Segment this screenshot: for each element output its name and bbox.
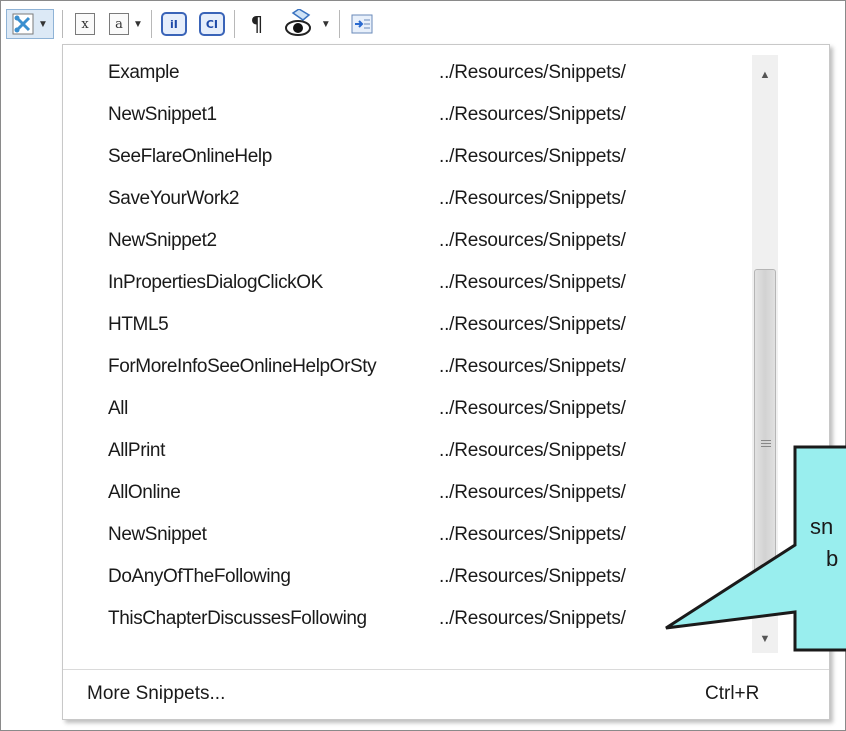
scrollbar-thumb[interactable] <box>754 269 776 609</box>
variable-icon: x <box>75 13 95 35</box>
snippet-row[interactable]: SaveYourWork2 ../Resources/Snippets/ <box>63 181 743 223</box>
show-marks-button[interactable]: ¶ <box>243 9 271 39</box>
snippet-row[interactable]: ForMoreInfoSeeOnlineHelpOrSty ../Resource… <box>63 349 743 391</box>
snippet-name: AllOnline <box>108 482 181 503</box>
insert-link-button[interactable] <box>348 9 376 39</box>
snippet-dropdown-menu: Example ../Resources/Snippets/NewSnippet1… <box>62 44 830 720</box>
toolbar-divider <box>338 10 340 38</box>
insert-index-button[interactable]: iI <box>160 9 188 39</box>
snippet-name: InPropertiesDialogClickOK <box>108 272 323 293</box>
snippet-row[interactable]: ThisChapterDiscussesFollowing ../Resource… <box>63 601 743 643</box>
snippet-path: ../Resources/Snippets/ <box>439 188 626 209</box>
preview-button[interactable]: ▼ <box>283 9 331 39</box>
snippet-list: Example ../Resources/Snippets/NewSnippet1… <box>63 55 743 643</box>
snippet-name: NewSnippet2 <box>108 230 217 251</box>
snippet-name: SaveYourWork2 <box>108 188 240 209</box>
snippet-row[interactable]: All ../Resources/Snippets/ <box>63 391 743 433</box>
insert-index-icon: iI <box>160 12 187 36</box>
snippet-path: ../Resources/Snippets/ <box>439 62 626 83</box>
snippet-path: ../Resources/Snippets/ <box>439 104 626 125</box>
snippet-name: ForMoreInfoSeeOnlineHelpOrSty <box>108 356 377 377</box>
text-format-icon: a <box>109 13 129 35</box>
snippet-path: ../Resources/Snippets/ <box>439 272 626 293</box>
snippet-path: ../Resources/Snippets/ <box>439 314 626 335</box>
snippet-name: NewSnippet1 <box>108 104 217 125</box>
snippet-name: DoAnyOfTheFollowing <box>108 566 291 587</box>
snippet-path: ../Resources/Snippets/ <box>439 608 626 629</box>
snippet-name: Example <box>108 62 180 83</box>
snippet-name: ThisChapterDiscussesFollowing <box>108 608 367 629</box>
snippet-path: ../Resources/Snippets/ <box>439 566 626 587</box>
snippet-path: ../Resources/Snippets/ <box>439 146 626 167</box>
snippet-row[interactable]: NewSnippet ../Resources/Snippets/ <box>63 517 743 559</box>
insert-link-icon <box>351 14 373 34</box>
chevron-down-icon: ▼ <box>133 18 143 30</box>
scroll-up-arrow-icon[interactable]: ▲ <box>752 61 778 89</box>
pilcrow-icon: ¶ <box>250 12 264 36</box>
snippet-row[interactable]: NewSnippet1 ../Resources/Snippets/ <box>63 97 743 139</box>
chevron-down-icon: ▼ <box>320 18 331 30</box>
insert-variable-button[interactable]: x <box>71 9 99 39</box>
menu-divider <box>63 669 829 670</box>
snippet-dropdown-button[interactable]: ▼ <box>6 9 54 39</box>
snippet-row[interactable]: InPropertiesDialogClickOK ../Resources/Sn… <box>63 265 743 307</box>
snippet-row[interactable]: AllOnline ../Resources/Snippets/ <box>63 475 743 517</box>
snippet-path: ../Resources/Snippets/ <box>439 398 626 419</box>
snippet-row[interactable]: AllPrint ../Resources/Snippets/ <box>63 433 743 475</box>
text-format-button[interactable]: a ▼ <box>109 9 143 39</box>
toolbar-divider <box>62 10 63 38</box>
snippet-name: All <box>108 398 128 419</box>
snippet-row[interactable]: NewSnippet2 ../Resources/Snippets/ <box>63 223 743 265</box>
more-snippets-item[interactable]: More Snippets... Ctrl+R <box>63 671 829 719</box>
chevron-down-icon: ▼ <box>38 18 48 30</box>
snippet-name: AllPrint <box>108 440 165 461</box>
snippet-path: ../Resources/Snippets/ <box>439 356 626 377</box>
insert-concept-button[interactable]: CI <box>198 9 226 39</box>
more-snippets-label: More Snippets... <box>87 683 226 704</box>
toolbar: ▼ x a ▼ iI CI ¶ ▼ <box>6 4 506 44</box>
snippet-row[interactable]: Example ../Resources/Snippets/ <box>63 55 743 97</box>
snippet-row[interactable]: HTML5 ../Resources/Snippets/ <box>63 307 743 349</box>
snippet-row[interactable]: DoAnyOfTheFollowing ../Resources/Snippets… <box>63 559 743 601</box>
snippet-row[interactable]: SeeFlareOnlineHelp ../Resources/Snippets/ <box>63 139 743 181</box>
toolbar-divider <box>233 10 235 38</box>
shortcut-label: Ctrl+R <box>705 683 760 704</box>
snippet-icon <box>12 13 34 35</box>
snippet-name: HTML5 <box>108 314 169 335</box>
snippet-name: NewSnippet <box>108 524 207 545</box>
snippet-path: ../Resources/Snippets/ <box>439 524 626 545</box>
grip-icon <box>761 438 771 449</box>
scroll-down-arrow-icon[interactable]: ▼ <box>752 625 778 653</box>
insert-concept-icon: CI <box>198 12 225 36</box>
snippet-path: ../Resources/Snippets/ <box>439 440 626 461</box>
snippet-path: ../Resources/Snippets/ <box>439 482 626 503</box>
eye-icon <box>284 9 311 36</box>
toolbar-divider <box>150 10 152 38</box>
vertical-scrollbar[interactable]: ▲ ▼ <box>752 55 778 653</box>
snippet-path: ../Resources/Snippets/ <box>439 230 626 251</box>
snippet-name: SeeFlareOnlineHelp <box>108 146 272 167</box>
